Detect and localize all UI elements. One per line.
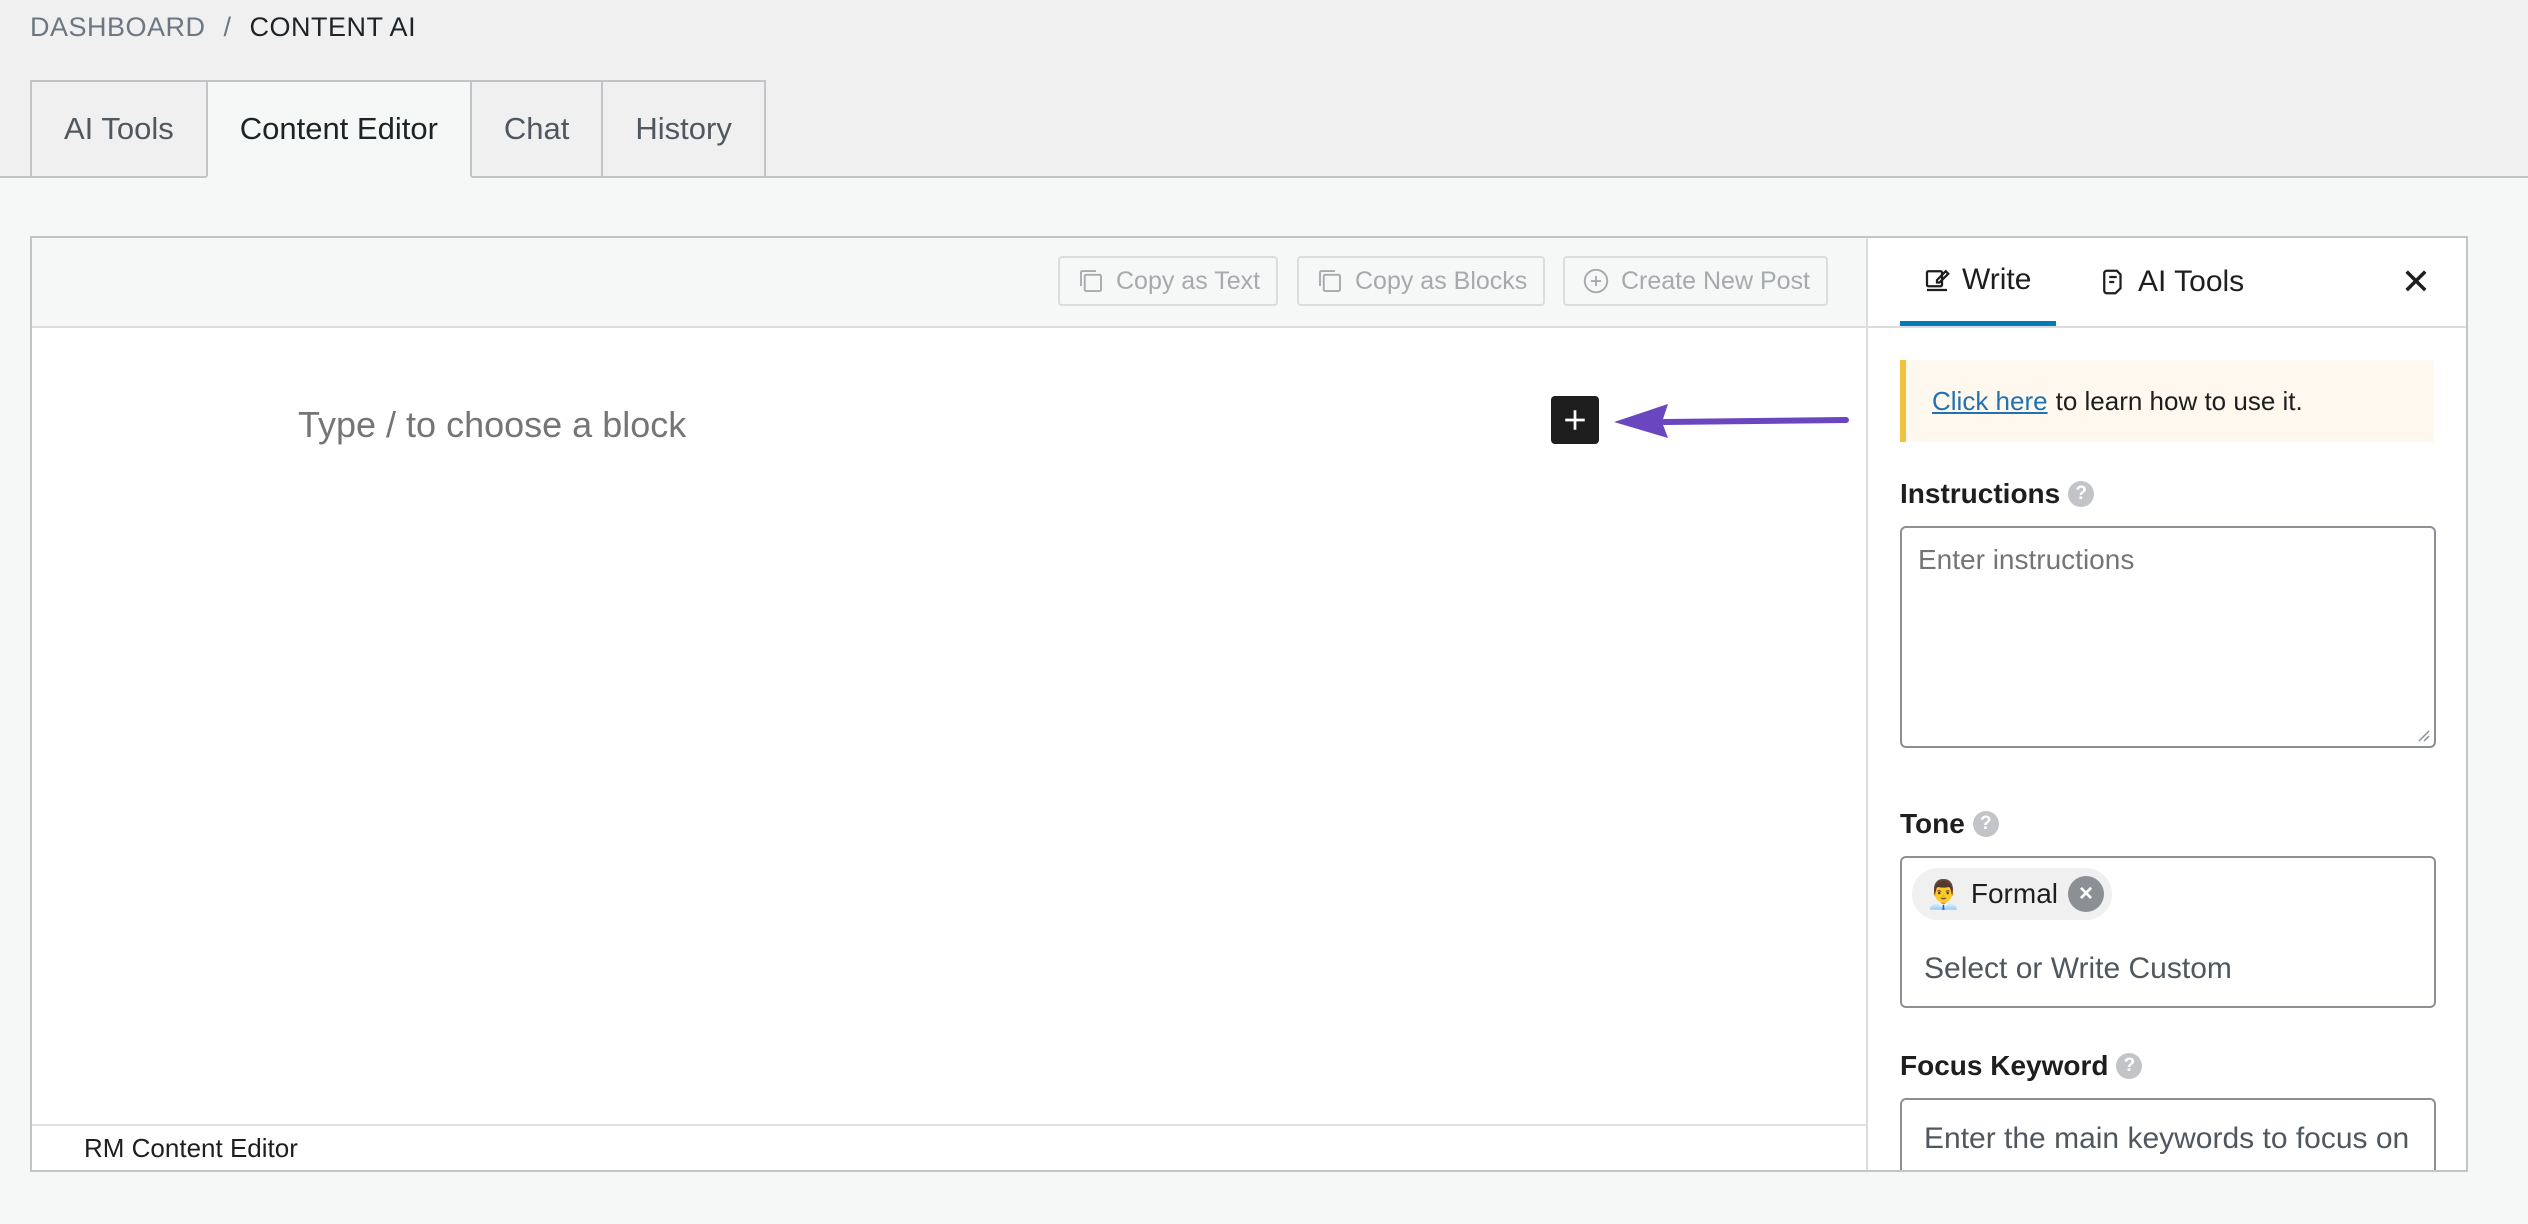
editor-toolbar: Copy as Text Copy as Blocks Create New P… [32, 238, 1866, 328]
instructions-label-text: Instructions [1900, 478, 2061, 509]
editor-footer: RM Content Editor [32, 1124, 1866, 1170]
tab-content-editor[interactable]: Content Editor [205, 80, 472, 178]
help-link[interactable]: Click here [1932, 386, 2048, 417]
main-tabs: AI Tools Content Editor Chat History [30, 80, 766, 178]
breadcrumb-current: CONTENT AI [249, 12, 417, 42]
close-icon[interactable]: ✕ [2396, 261, 2436, 302]
tone-chip-label: Formal [1970, 878, 2058, 909]
sidebar-tab-write[interactable]: Write [1900, 238, 2056, 326]
copy-as-blocks-button[interactable]: Copy as Blocks [1297, 256, 1546, 306]
focus-keyword-label: Focus Keyword ? [1900, 1050, 2143, 1082]
edit-icon [1925, 269, 1950, 291]
copy-as-text-label: Copy as Text [1116, 266, 1261, 295]
breadcrumb-separator: / [223, 12, 232, 42]
tone-select[interactable]: 👨‍💼 Formal × Select or Write Custom [1900, 856, 2436, 1008]
plus-circle-icon [1583, 268, 1609, 294]
help-icon[interactable]: ? [2116, 1053, 2143, 1079]
tone-chip-formal: 👨‍💼 Formal × [1912, 868, 2112, 920]
breadcrumb: DASHBOARD / CONTENT AI [30, 12, 416, 43]
editor-area: Copy as Text Copy as Blocks Create New P… [32, 238, 1868, 1170]
ai-tools-icon [2103, 269, 2122, 295]
instructions-placeholder: Enter instructions [1918, 544, 2135, 575]
sidebar-tab-ai-tools[interactable]: AI Tools [2076, 238, 2266, 326]
tone-input[interactable]: Select or Write Custom [1924, 952, 2232, 986]
tab-chat[interactable]: Chat [469, 80, 604, 176]
editor-footer-label: RM Content Editor [84, 1132, 298, 1163]
sidebar-header: Write AI Tools ✕ [1868, 238, 2466, 328]
instructions-label: Instructions ? [1900, 478, 2095, 510]
help-notice-text: to learn how to use it. [2055, 385, 2303, 416]
focus-keyword-label-text: Focus Keyword [1900, 1050, 2109, 1081]
pointer-arrow-icon [1614, 404, 1849, 438]
sidebar-tab-ai-tools-label: AI Tools [2138, 265, 2245, 298]
create-new-post-label: Create New Post [1621, 266, 1810, 295]
person-icon: 👨‍💼 [1926, 878, 1961, 910]
resize-handle-icon[interactable] [2416, 728, 2430, 742]
block-placeholder[interactable]: Type / to choose a block [298, 404, 686, 446]
focus-keyword-input[interactable]: Enter the main keywords to focus on [1900, 1098, 2436, 1170]
add-block-button[interactable] [1551, 396, 1599, 444]
sidebar-tab-write-label: Write [1962, 262, 2032, 296]
copy-icon [1319, 270, 1341, 292]
sidebar-panel: Write AI Tools ✕ Click here to learn how… [1868, 238, 2466, 1170]
copy-icon [1080, 270, 1102, 292]
tab-ai-tools[interactable]: AI Tools [30, 80, 208, 176]
content-editor-frame: Copy as Text Copy as Blocks Create New P… [30, 236, 2468, 1172]
help-icon[interactable]: ? [2068, 481, 2095, 507]
help-notice: Click here to learn how to use it. [1900, 360, 2434, 442]
create-new-post-button[interactable]: Create New Post [1563, 256, 1828, 306]
copy-as-text-button[interactable]: Copy as Text [1058, 256, 1279, 306]
tab-history[interactable]: History [601, 80, 766, 176]
help-icon[interactable]: ? [1972, 811, 1999, 837]
plus-icon [1565, 410, 1585, 430]
tone-label-text: Tone [1900, 808, 1965, 839]
remove-chip-icon[interactable]: × [2068, 876, 2104, 912]
page: DASHBOARD / CONTENT AI AI Tools Content … [0, 0, 2528, 1224]
instructions-field[interactable]: Enter instructions [1900, 526, 2436, 748]
copy-as-blocks-label: Copy as Blocks [1355, 266, 1528, 295]
tone-label: Tone ? [1900, 808, 1999, 840]
breadcrumb-dashboard[interactable]: DASHBOARD [30, 12, 206, 43]
